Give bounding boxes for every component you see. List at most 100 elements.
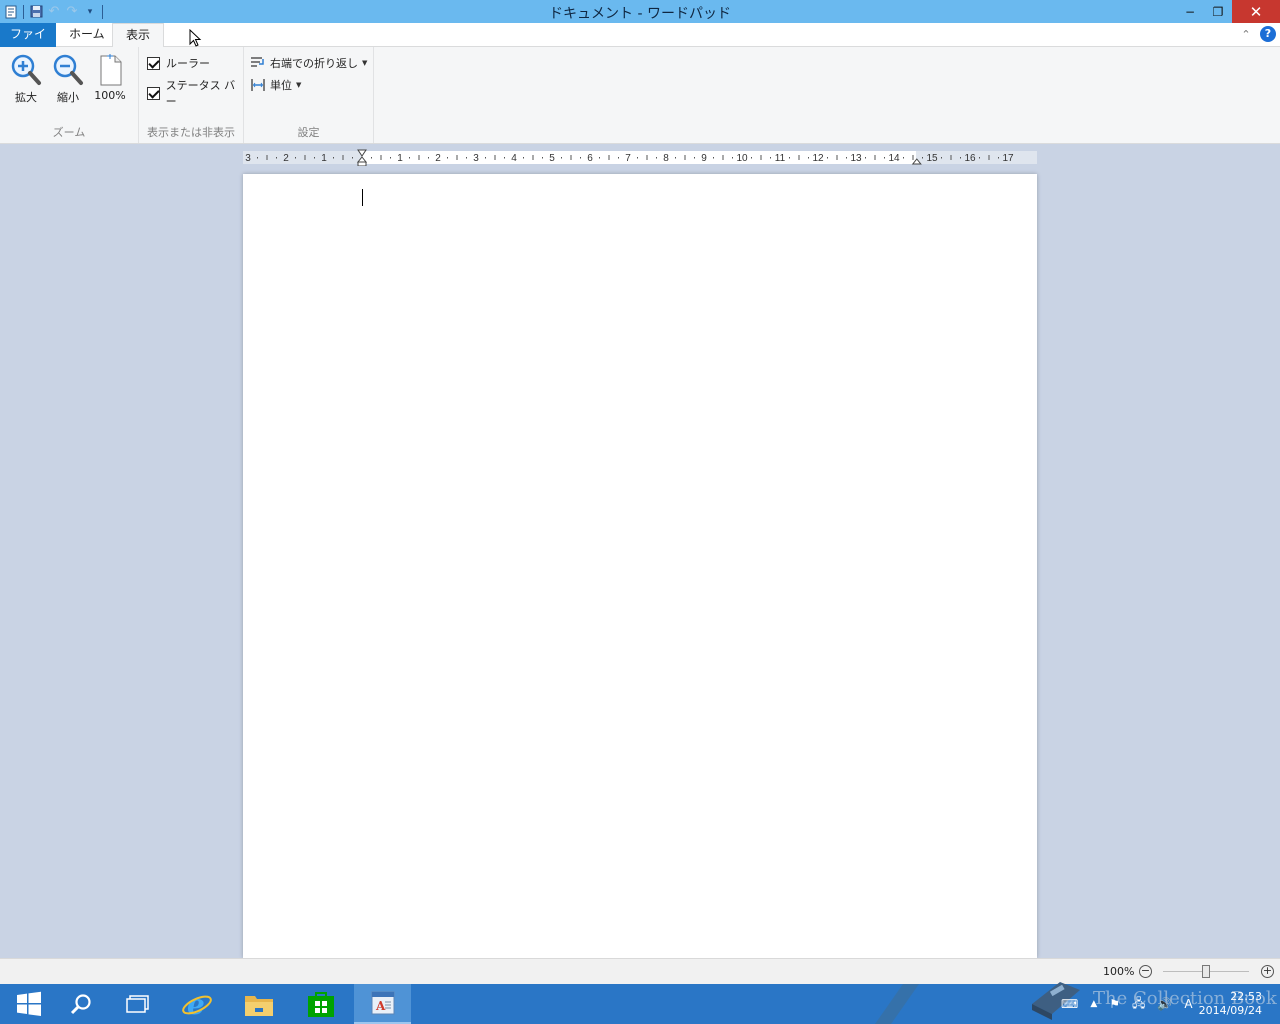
chevron-down-icon: ▼ xyxy=(296,81,302,89)
ruler-checkbox[interactable]: ルーラー xyxy=(147,55,210,71)
customize-qat-icon[interactable]: ▾ xyxy=(81,3,99,21)
internet-explorer-button[interactable]: e xyxy=(168,984,225,1024)
status-bar-check-box[interactable] xyxy=(147,86,160,100)
quick-access-toolbar: ↶ ↷ ▾ xyxy=(0,0,106,23)
zoom-in-icon xyxy=(11,54,41,85)
ruler-tick-label: 9 xyxy=(701,153,707,164)
action-center-flag-icon[interactable]: ⚑ xyxy=(1109,997,1120,1011)
ruler-tick-label: 8 xyxy=(663,153,669,164)
ruler-tick-mark xyxy=(570,155,572,160)
zoom-level-text: 100% xyxy=(1103,965,1135,978)
window-title: ドキュメント - ワードパッド xyxy=(549,6,731,22)
store-button[interactable] xyxy=(292,984,349,1024)
settings-group-label: 設定 xyxy=(297,126,320,139)
chevron-down-icon: ▼ xyxy=(362,59,368,67)
word-wrap-label: 右端での折り返し xyxy=(270,57,358,70)
clock[interactable]: 22:53 2014/09/24 xyxy=(1199,990,1280,1018)
search-button[interactable] xyxy=(52,984,109,1024)
units-label: 単位 xyxy=(270,79,292,92)
zoom-slider-thumb[interactable] xyxy=(1202,965,1210,978)
ruler-tick-mark xyxy=(713,157,714,159)
ruler-tick-mark xyxy=(542,157,543,159)
zoom-out-icon xyxy=(53,54,83,85)
wordpad-app-icon[interactable] xyxy=(2,3,20,21)
keyboard-icon[interactable]: ⌨ xyxy=(1061,997,1078,1011)
task-view-icon xyxy=(125,995,149,1013)
show-hidden-icons-icon[interactable]: ▲ xyxy=(1090,999,1097,1009)
save-icon[interactable] xyxy=(27,3,45,21)
tab-view[interactable]: 表示 xyxy=(112,23,164,48)
page-100-icon xyxy=(100,54,122,86)
window-controls: − ❐ ✕ xyxy=(1176,0,1280,23)
network-icon[interactable]: 🖧 xyxy=(1132,994,1145,1015)
clock-date: 2014/09/24 xyxy=(1198,1004,1262,1017)
ruler-tick-mark xyxy=(418,155,420,160)
undo-icon[interactable]: ↶ xyxy=(45,3,63,21)
status-bar: 100% − + xyxy=(0,958,1280,984)
redo-icon[interactable]: ↷ xyxy=(63,3,81,21)
document-page[interactable] xyxy=(243,174,1037,958)
ruler-tick-label: 2 xyxy=(435,153,441,164)
ruler-tick-mark xyxy=(770,157,771,159)
task-view-button[interactable] xyxy=(109,984,166,1024)
ruler-tick-label: 3 xyxy=(473,153,479,164)
zoom-in-button[interactable]: 拡大 xyxy=(6,53,46,105)
ruler-tick-mark xyxy=(789,157,790,159)
ruler-tick-label: 1 xyxy=(321,153,327,164)
qat-separator xyxy=(102,4,103,19)
ruler-tick-label: 14 xyxy=(888,153,900,164)
folder-icon xyxy=(244,996,273,1016)
ruler-tick-mark xyxy=(808,157,809,159)
ruler-tick-mark xyxy=(276,157,277,159)
ruler-tick-mark xyxy=(532,155,534,160)
ruler-tick-mark xyxy=(266,155,268,160)
qat-separator xyxy=(23,4,24,19)
status-bar-checkbox[interactable]: ステータス バー xyxy=(147,77,243,109)
ruler-tick-mark xyxy=(466,157,467,159)
volume-icon[interactable]: 🔊 xyxy=(1157,997,1172,1011)
status-bar-check-label: ステータス バー xyxy=(165,79,236,108)
ruler-tick-mark xyxy=(314,157,315,159)
ruler-tick-mark xyxy=(884,157,885,159)
settings-group: 右端での折り返し ▼ 単位 ▼ 設定 xyxy=(244,47,374,143)
wordpad-taskbar-button[interactable]: A xyxy=(354,984,411,1024)
units-button[interactable]: 単位 ▼ xyxy=(250,77,301,93)
horizontal-ruler[interactable]: 3 2 1 1 2 3 4 5 6 7 8 9 10 11 12 13 14 15 16 17 xyxy=(243,149,1037,166)
ribbon-panel: 拡大 縮小 100% ズーム ルーラー ステータス バー 表示または非表示 右端… xyxy=(0,47,1280,144)
ruler-tick-mark xyxy=(646,155,648,160)
zoom-100-button[interactable]: 100% xyxy=(90,53,130,102)
ruler-tick-mark xyxy=(846,157,847,159)
show-hide-group-label: 表示または非表示 xyxy=(147,126,235,139)
decorative-stripe xyxy=(875,984,919,1024)
word-wrap-icon xyxy=(251,57,264,67)
close-button[interactable]: ✕ xyxy=(1232,0,1280,23)
start-button[interactable] xyxy=(0,984,57,1024)
file-explorer-button[interactable] xyxy=(230,984,287,1024)
zoom-out-button[interactable]: 縮小 xyxy=(48,53,88,105)
ruler-tick-label: 11 xyxy=(775,153,786,164)
ruler-tick-label: 10 xyxy=(736,153,748,164)
ruler-tick-label: 15 xyxy=(926,153,938,164)
minimize-ribbon-icon[interactable]: ⌃ xyxy=(1238,28,1254,41)
tab-file[interactable]: ファイル xyxy=(0,23,56,64)
zoom-in-small-icon[interactable]: + xyxy=(1261,965,1274,978)
ime-mode-indicator[interactable]: A xyxy=(1184,997,1192,1011)
system-tray: ⌨ ▲ ⚑ 🖧 🔊 A 22:53 2014/09/24 xyxy=(1055,984,1280,1024)
ruler-tick-label: 5 xyxy=(549,153,555,164)
ruler-tick-mark xyxy=(428,157,429,159)
ruler-tick-mark xyxy=(751,157,752,159)
ruler-tick-mark xyxy=(941,157,942,159)
restore-button[interactable]: ❐ xyxy=(1204,0,1232,23)
ribbon-right-controls: ⌃ ? xyxy=(1238,26,1276,42)
ruler-check-box[interactable] xyxy=(147,56,160,70)
minimize-button[interactable]: − xyxy=(1176,0,1204,23)
tab-home[interactable]: ホーム xyxy=(56,23,118,47)
ruler-tick-label: 17 xyxy=(1002,153,1014,164)
ruler-tick-mark xyxy=(456,155,458,160)
help-icon[interactable]: ? xyxy=(1260,26,1276,42)
taskbar: e A The Collection Book ⌨ ▲ ⚑ 🖧 🔊 A 22:5… xyxy=(0,982,1280,1024)
zoom-out-small-icon[interactable]: − xyxy=(1139,965,1152,978)
ruler-tick-mark xyxy=(656,157,657,159)
word-wrap-button[interactable]: 右端での折り返し ▼ xyxy=(250,55,367,71)
ruler-tick-mark xyxy=(637,157,638,159)
